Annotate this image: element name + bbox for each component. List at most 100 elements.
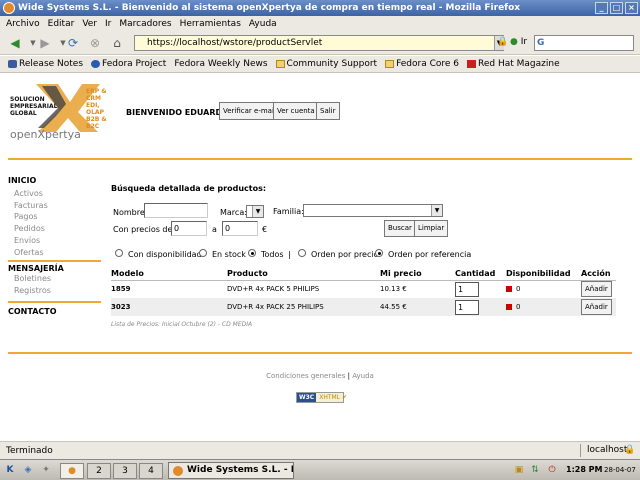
sidebar-item-facturas[interactable]: Facturas bbox=[8, 200, 103, 212]
url-bar[interactable]: https://localhost/wstore/productServlet bbox=[134, 35, 504, 51]
folder-icon bbox=[275, 60, 285, 68]
bookmark-red-hat-magazine[interactable]: Red Hat Magazine bbox=[467, 59, 560, 69]
radio-stock[interactable] bbox=[199, 249, 207, 257]
view-account-button[interactable]: Ver cuenta bbox=[273, 102, 319, 120]
radio-availability[interactable] bbox=[115, 249, 123, 257]
sidebar-item-ofertas[interactable]: Ofertas bbox=[8, 247, 103, 259]
bookmark-fedora-weekly-news[interactable]: Fedora Weekly News bbox=[174, 59, 267, 69]
home-icon[interactable]: ⌂ bbox=[108, 35, 126, 51]
stop-icon[interactable]: ⊗ bbox=[86, 35, 104, 51]
radio-order-ref[interactable] bbox=[375, 249, 383, 257]
workspace-4[interactable]: 4 bbox=[139, 463, 163, 479]
sidebar-item-boletines[interactable]: Boletines bbox=[8, 273, 103, 285]
kde-menu-icon[interactable]: K bbox=[3, 463, 17, 479]
sidebar-item-pagos[interactable]: Pagos bbox=[8, 211, 103, 223]
price-label: Con precios de: bbox=[113, 225, 176, 234]
clock[interactable]: 1:28 PM bbox=[566, 465, 603, 474]
sidebar-section-inicio[interactable]: INICIO bbox=[8, 176, 103, 185]
sidebar-item-activos[interactable]: Activos bbox=[8, 188, 103, 200]
welcome-text: BIENVENIDO EDUARDO bbox=[126, 108, 229, 117]
reload-icon[interactable]: ⟳ bbox=[64, 35, 82, 51]
clear-button[interactable]: Limpiar bbox=[414, 220, 449, 237]
add-button[interactable]: Añadir bbox=[581, 299, 612, 315]
check-icon: ✔ bbox=[342, 394, 348, 401]
exit-button[interactable]: Salir bbox=[316, 102, 340, 120]
conditions-link[interactable]: Condiciones generales bbox=[266, 372, 345, 380]
radio-all[interactable] bbox=[248, 249, 256, 257]
results-table: Modelo Producto Mi precio Cantidad Dispo… bbox=[111, 268, 616, 316]
forward-icon[interactable]: ▶ bbox=[36, 35, 54, 51]
menu-marcadores[interactable]: Marcadores bbox=[119, 19, 171, 29]
bookmark-community-support[interactable]: Community Support bbox=[275, 59, 377, 69]
tray-power-icon[interactable]: ⏻ bbox=[545, 463, 559, 479]
menu-herramientas[interactable]: Herramientas bbox=[180, 19, 241, 29]
workspace-1[interactable]: ● bbox=[60, 463, 84, 479]
availability-indicator-icon bbox=[506, 286, 512, 293]
sidebar-divider bbox=[8, 260, 101, 263]
menu-ayuda[interactable]: Ayuda bbox=[249, 19, 277, 29]
openxpertya-logo[interactable]: SOLUCION EMPRESARIAL GLOBAL ERP & CRM ED… bbox=[8, 82, 118, 141]
cell-price: 44.55 € bbox=[380, 298, 455, 316]
bookmark-fedora-core-6[interactable]: Fedora Core 6 bbox=[385, 59, 459, 69]
sidebar-item-registros[interactable]: Registros bbox=[8, 285, 103, 297]
bookmark-fedora-project[interactable]: Fedora Project bbox=[91, 59, 166, 69]
add-button[interactable]: Añadir bbox=[581, 281, 612, 298]
menu-archivo[interactable]: Archivo bbox=[6, 19, 40, 29]
date: 28-04-07 bbox=[604, 466, 636, 474]
radio-stock-label: En stock bbox=[212, 250, 246, 259]
family-select[interactable]: ▼ bbox=[303, 204, 443, 217]
sidebar: INICIO Activos Facturas Pagos Pedidos En… bbox=[8, 176, 103, 316]
taskbar-window-button[interactable]: Wide Systems S.L. - Bien bbox=[168, 462, 294, 479]
menu-ir[interactable]: Ir bbox=[105, 19, 111, 29]
desktop-icon[interactable]: ◈ bbox=[20, 463, 36, 479]
cell-model: 3023 bbox=[111, 298, 227, 316]
menu-editar[interactable]: Editar bbox=[48, 19, 75, 29]
globe-icon[interactable]: ✦ bbox=[38, 463, 54, 479]
name-input[interactable] bbox=[144, 203, 208, 218]
release-notes-icon bbox=[8, 60, 17, 68]
lock-icon[interactable]: 🔒 bbox=[624, 445, 635, 455]
go-button[interactable]: ● Ir bbox=[510, 37, 527, 47]
radio-order-price-label: Orden por precio bbox=[311, 250, 379, 259]
chevron-down-icon: ▼ bbox=[431, 205, 442, 216]
window-title-bar[interactable]: Wide Systems S.L. - Bienvenido al sistem… bbox=[0, 0, 640, 16]
bookmarks-bar: Release Notes Fedora Project Fedora Week… bbox=[0, 56, 640, 73]
sidebar-section-mensajeria[interactable]: MENSAJERÍA bbox=[8, 264, 103, 273]
search-input[interactable]: G bbox=[534, 35, 634, 51]
price-from-input[interactable]: 0 bbox=[171, 221, 207, 236]
price-to-input[interactable]: 0 bbox=[222, 221, 258, 236]
quantity-input[interactable]: 1 bbox=[455, 281, 479, 297]
col-action: Acción bbox=[581, 268, 616, 281]
search-button[interactable]: Buscar bbox=[384, 220, 416, 237]
cell-availability: 0 bbox=[506, 298, 581, 316]
sidebar-item-envios[interactable]: Envíos bbox=[8, 235, 103, 247]
tray-network-icon[interactable]: ⇅ bbox=[528, 463, 542, 479]
price-list-note: Lista de Precios: Inicial Octubre (2) - … bbox=[111, 321, 253, 328]
sidebar-item-pedidos[interactable]: Pedidos bbox=[8, 223, 103, 235]
maximize-button[interactable]: □ bbox=[610, 2, 623, 14]
sidebar-section-contacto[interactable]: CONTACTO bbox=[8, 307, 103, 316]
status-bar: Terminado localhost 🔒 bbox=[0, 441, 640, 459]
window-title: Wide Systems S.L. - Bienvenido al sistem… bbox=[18, 3, 521, 13]
workspace-2[interactable]: 2 bbox=[87, 463, 111, 479]
minimize-button[interactable]: _ bbox=[595, 2, 608, 14]
menu-ver[interactable]: Ver bbox=[82, 19, 97, 29]
radio-separator: | bbox=[288, 250, 291, 259]
brand-select[interactable]: ▼ bbox=[246, 205, 264, 218]
fedora-icon bbox=[91, 60, 101, 68]
cell-model: 1859 bbox=[111, 280, 227, 298]
back-icon[interactable]: ◀ bbox=[6, 35, 24, 51]
col-availability: Disponibilidad bbox=[506, 268, 581, 281]
workspace-3[interactable]: 3 bbox=[113, 463, 137, 479]
verify-email-button[interactable]: Verificar e-mail bbox=[219, 102, 280, 120]
bookmark-release-notes[interactable]: Release Notes bbox=[8, 59, 83, 69]
table-row: 3023 DVD+R 4x PACK 25 PHILIPS 44.55 € 1 … bbox=[111, 298, 616, 316]
close-button[interactable]: × bbox=[625, 2, 638, 14]
w3c-badge[interactable]: W3C XHTML ✔ bbox=[296, 392, 348, 403]
tray-app-icon[interactable]: ▣ bbox=[512, 463, 526, 479]
radio-order-price[interactable] bbox=[298, 249, 306, 257]
cell-quantity: 1 bbox=[455, 280, 506, 298]
quantity-input[interactable]: 1 bbox=[455, 299, 479, 315]
sidebar-divider bbox=[8, 300, 101, 303]
help-link[interactable]: Ayuda bbox=[352, 372, 374, 380]
